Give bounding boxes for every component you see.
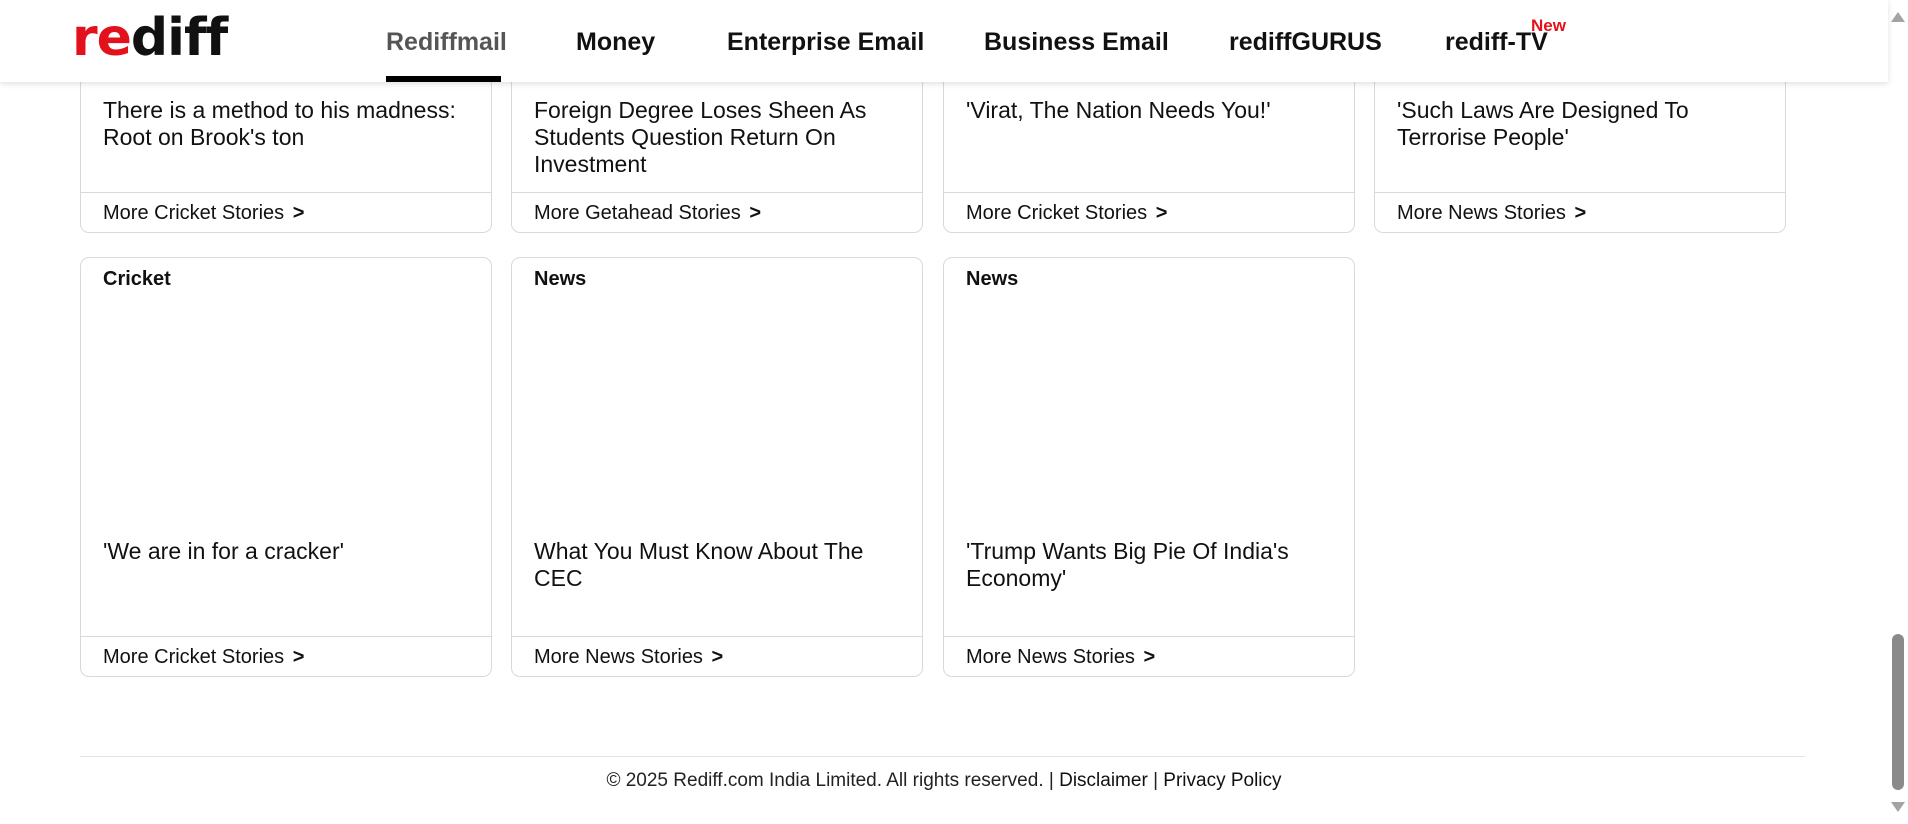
chevron-right-icon: > [1155,202,1168,224]
chevron-right-icon: > [1574,202,1587,224]
story-card[interactable]: Foreign Degree Loses Sheen As Students Q… [511,60,923,233]
top-header: rediff Rediffmail Money Enterprise Email… [0,0,1888,82]
nav-business-email[interactable]: Business Email [984,28,1169,57]
chevron-right-icon: > [711,646,724,668]
active-tab-indicator [386,76,501,82]
footer-separator: | [1153,770,1158,791]
chevron-right-icon: > [292,646,305,668]
story-category: News [966,268,1019,290]
more-stories-link[interactable]: More Getahead Stories > [512,192,922,232]
more-stories-label: More Cricket Stories [103,202,285,224]
story-title[interactable]: 'We are in for a cracker' [103,538,471,565]
story-card[interactable]: 'Virat, The Nation Needs You!' More Cric… [943,60,1355,233]
footer: © 2025 Rediff.com India Limited. All rig… [0,770,1888,792]
story-card[interactable]: 'Such Laws Are Designed To Terrorise Peo… [1374,60,1786,233]
chevron-right-icon: > [1143,646,1156,668]
nav-enterprise-email[interactable]: Enterprise Email [727,28,924,57]
footer-divider [80,756,1805,757]
privacy-policy-link[interactable]: Privacy Policy [1163,770,1281,791]
story-title[interactable]: 'Such Laws Are Designed To Terrorise Peo… [1397,97,1765,151]
story-category: News [534,268,587,290]
story-card[interactable]: There is a method to his madness: Root o… [80,60,492,233]
more-stories-label: More News Stories [1397,202,1566,224]
vertical-scrollbar[interactable] [1888,0,1908,824]
more-stories-label: More Getahead Stories [534,202,741,224]
more-stories-link[interactable]: More Cricket Stories > [81,636,491,676]
story-card[interactable]: News What You Must Know About The CEC Mo… [511,257,923,677]
nav-money[interactable]: Money [576,28,655,57]
more-stories-label: More News Stories [966,646,1135,668]
more-stories-label: More News Stories [534,646,703,668]
story-title[interactable]: Foreign Degree Loses Sheen As Students Q… [534,97,902,178]
more-stories-label: More Cricket Stories [103,646,285,668]
more-stories-link[interactable]: More Cricket Stories > [944,192,1354,232]
more-stories-link[interactable]: More News Stories > [944,636,1354,676]
rediff-logo[interactable]: rediff [72,6,228,70]
disclaimer-link[interactable]: Disclaimer [1059,770,1148,791]
more-stories-link[interactable]: More News Stories > [512,636,922,676]
story-title[interactable]: What You Must Know About The CEC [534,538,902,592]
more-stories-label: More Cricket Stories [966,202,1148,224]
nav-rediffgurus[interactable]: rediffGURUS [1229,28,1382,57]
chevron-right-icon: > [292,202,305,224]
story-title[interactable]: There is a method to his madness: Root o… [103,97,471,151]
more-stories-link[interactable]: More Cricket Stories > [81,192,491,232]
scrollbar-thumb[interactable] [1892,634,1904,790]
story-card[interactable]: Cricket 'We are in for a cracker' More C… [80,257,492,677]
new-badge: New [1531,16,1566,35]
scroll-down-arrow-icon[interactable] [1891,802,1905,812]
more-stories-link[interactable]: More News Stories > [1375,192,1785,232]
scroll-up-arrow-icon[interactable] [1891,12,1905,22]
story-card[interactable]: News 'Trump Wants Big Pie Of India's Eco… [943,257,1355,677]
logo-part-red: re [72,8,132,68]
logo-part-black: diff [130,8,228,68]
story-title[interactable]: 'Trump Wants Big Pie Of India's Economy' [966,538,1334,592]
story-category: Cricket [103,268,171,290]
nav-rediffmail[interactable]: Rediffmail [386,28,507,57]
chevron-right-icon: > [749,202,762,224]
story-title[interactable]: 'Virat, The Nation Needs You!' [966,97,1334,124]
copyright-text: © 2025 Rediff.com India Limited. All rig… [606,770,1054,791]
